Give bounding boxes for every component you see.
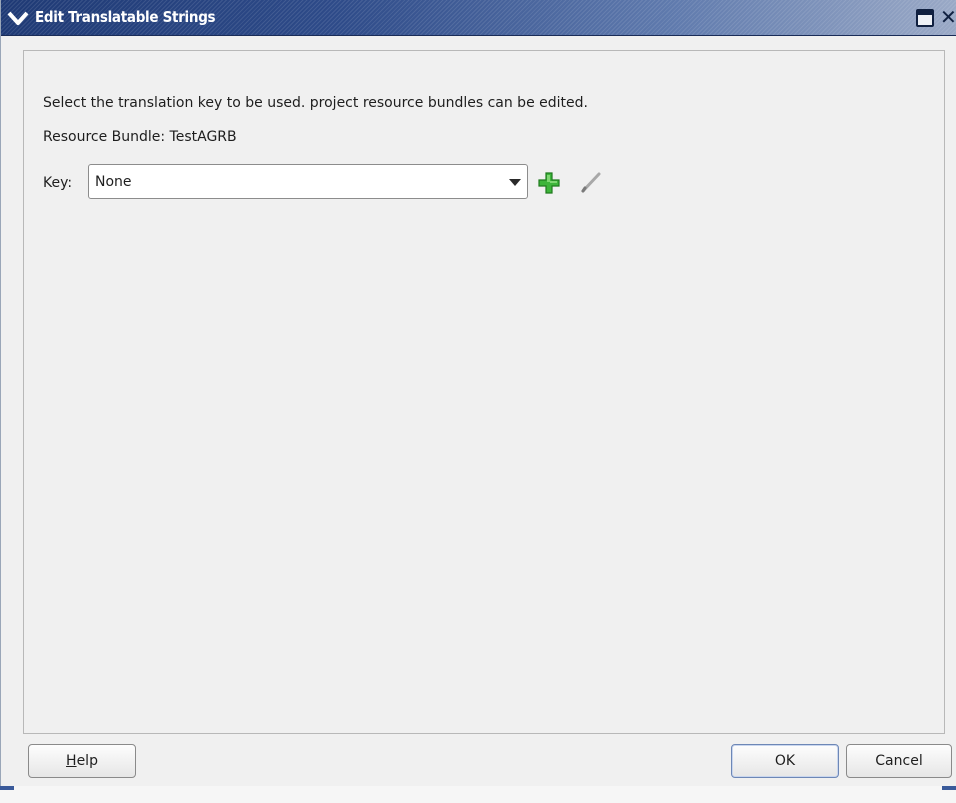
help-mnemonic: H [66,753,77,769]
dropdown-arrow-icon[interactable] [509,179,521,186]
content-panel: Select the translation key to be used. p… [23,50,945,734]
dialog-window: Edit Translatable Strings ✕ Select the t… [0,0,956,786]
window-bottom-edge [0,786,956,803]
add-icon[interactable] [538,172,560,194]
maximize-icon[interactable] [916,9,934,27]
help-label: elp [76,753,98,769]
close-icon[interactable]: ✕ [940,7,956,27]
resource-bundle-label: Resource Bundle: TestAGRB [43,129,237,145]
instruction-text: Select the translation key to be used. p… [43,95,588,111]
window-title: Edit Translatable Strings [35,8,216,26]
edit-pencil-icon[interactable] [580,171,602,193]
title-bar[interactable]: Edit Translatable Strings ✕ [1,0,956,36]
help-button[interactable]: Help [28,744,136,778]
chevron-down-icon[interactable] [7,9,29,27]
key-label: Key: [43,175,73,191]
cancel-button[interactable]: Cancel [846,744,952,778]
key-dropdown-value: None [95,174,132,190]
key-dropdown[interactable]: None [88,164,528,199]
ok-button[interactable]: OK [731,744,839,778]
